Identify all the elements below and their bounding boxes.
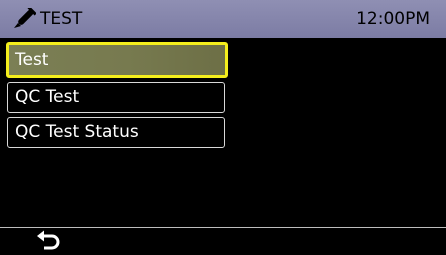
test-tube-icon xyxy=(14,8,36,28)
footer-divider xyxy=(0,227,446,228)
menu-item-qc-test[interactable]: QC Test xyxy=(7,82,225,113)
page-title: TEST xyxy=(40,9,83,29)
clock: 12:00PM xyxy=(356,9,430,29)
back-arrow-icon[interactable] xyxy=(34,230,66,254)
menu-item-test[interactable]: Test xyxy=(6,42,228,78)
header-bar: TEST 12:00PM xyxy=(0,0,446,38)
menu-item-qc-test-status[interactable]: QC Test Status xyxy=(7,117,225,148)
